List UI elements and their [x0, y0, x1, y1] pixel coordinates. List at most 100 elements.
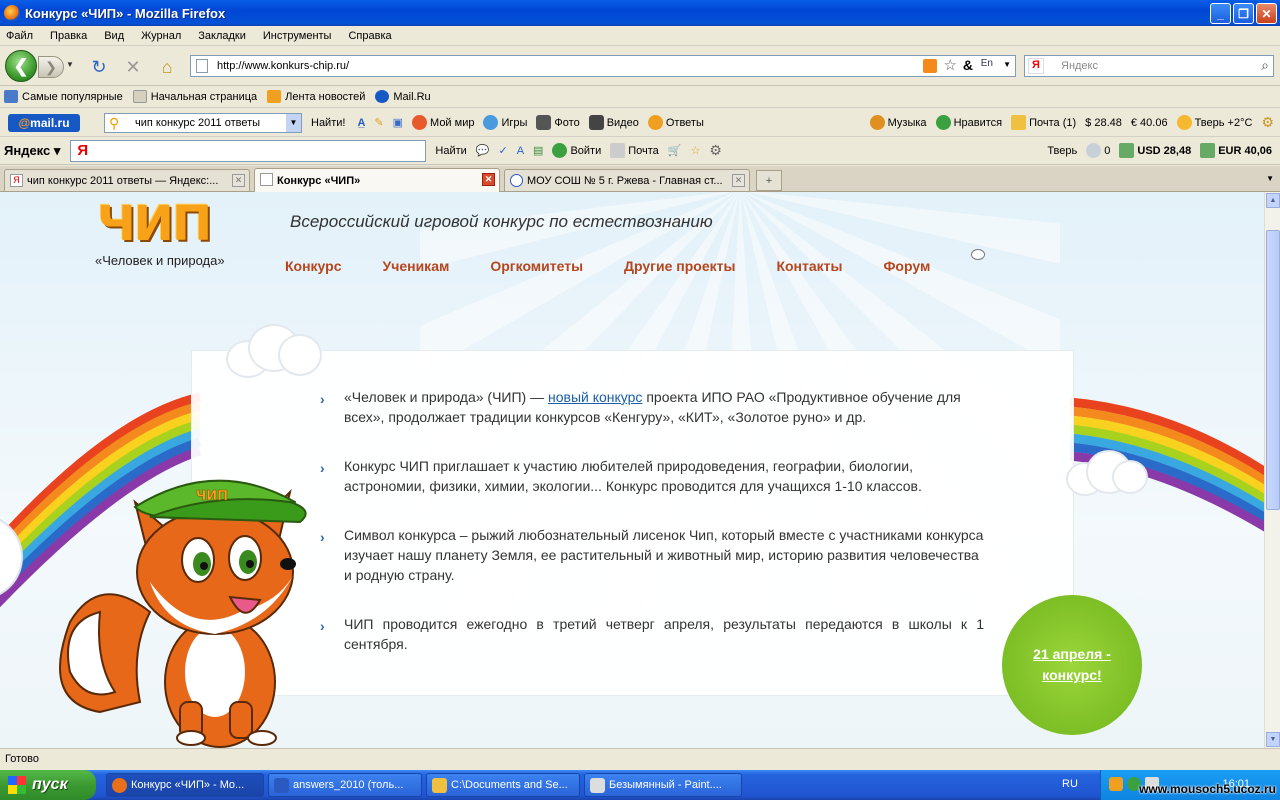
menu-edit[interactable]: Правка — [50, 30, 87, 42]
rss-icon[interactable] — [923, 59, 937, 73]
history-dropdown-icon[interactable]: ▼ — [66, 60, 74, 69]
bookmark-start-page[interactable]: Начальная страница — [132, 90, 257, 103]
pencil-icon[interactable]: ✎ — [374, 116, 383, 129]
mailru-find-button[interactable]: Найти! — [311, 117, 345, 129]
yandex-mail-button[interactable]: Почта — [610, 143, 659, 158]
stop-icon[interactable]: ✕ — [122, 56, 144, 78]
yandex-eur[interactable]: EUR 40,06 — [1200, 143, 1272, 158]
zoom-icon[interactable]: ▣ — [393, 116, 403, 129]
settings-icon[interactable]: ⚙ — [1261, 114, 1274, 131]
search-bar[interactable]: Я Яндекс ⌕ — [1024, 55, 1274, 77]
nav-orgcommittees[interactable]: Оргкомитеты — [490, 258, 583, 274]
tab-yandex-search[interactable]: Я чип конкурс 2011 ответы — Яндекс:... ✕ — [4, 169, 250, 191]
close-button[interactable]: ✕ — [1256, 3, 1277, 24]
menu-tools[interactable]: Инструменты — [263, 30, 332, 42]
yandex-search-engine-icon[interactable]: Я — [1028, 58, 1044, 74]
forward-button[interactable]: ❯ — [38, 56, 64, 78]
window-titlebar[interactable]: Конкурс «ЧИП» - Mozilla Firefox _ ❐ ✕ — [0, 0, 1280, 26]
mailru-logo[interactable]: @ mail.ru — [8, 113, 80, 132]
search-icon[interactable]: ⌕ — [1261, 57, 1269, 74]
tab-list-dropdown-icon[interactable]: ▼ — [1266, 174, 1274, 183]
chip-logo[interactable]: ЧИП — [97, 200, 212, 248]
mailru-search-input[interactable]: ⚲ чип конкурс 2011 ответы ▼ — [104, 112, 302, 133]
bookmark-news-feed[interactable]: Лента новостей — [267, 90, 365, 103]
nav-forum[interactable]: Форум — [883, 249, 986, 274]
scroll-down-button[interactable]: ▼ — [1266, 732, 1280, 747]
language-indicator[interactable]: RU — [1062, 778, 1078, 790]
start-button[interactable]: пуск — [0, 770, 96, 800]
bookmark-mailru[interactable]: Mail.Ru — [375, 90, 431, 103]
menu-help[interactable]: Справка — [348, 30, 391, 42]
scroll-thumb[interactable] — [1266, 230, 1280, 510]
taskbar-item-explorer[interactable]: C:\Documents and Se... — [426, 773, 580, 797]
windows-logo-icon — [8, 776, 26, 794]
minimize-button[interactable]: _ — [1210, 3, 1231, 24]
mailru-like[interactable]: Нравится — [935, 115, 1002, 130]
menu-bookmarks[interactable]: Закладки — [198, 30, 246, 42]
tab-close-icon[interactable]: ✕ — [232, 174, 245, 187]
search-icon: ⚲ — [109, 114, 120, 131]
paint-icon — [590, 778, 605, 793]
speech-bubble-icon — [971, 249, 986, 260]
yandex-search-input[interactable]: Я — [70, 139, 427, 162]
new-tab-button[interactable]: + — [756, 170, 782, 191]
mailru-photo[interactable]: Фото — [536, 115, 580, 130]
back-button[interactable]: ❮ — [5, 50, 37, 82]
ampersand-icon[interactable]: & — [963, 57, 973, 73]
watermark-text: www.mousoch5.ucoz.ru — [1139, 782, 1276, 796]
settings-icon[interactable]: ⚙ — [709, 142, 722, 159]
bookmarks-icon[interactable]: ▤ — [533, 144, 543, 157]
weather[interactable]: Тверь +2°C — [1176, 115, 1252, 130]
tab-close-icon[interactable]: ✕ — [732, 174, 745, 187]
nav-konkurs[interactable]: Конкурс — [285, 258, 342, 274]
tab-close-icon[interactable]: ✕ — [482, 173, 495, 186]
mailru-mail[interactable]: Почта (1) — [1011, 115, 1076, 130]
translate-icon[interactable]: En — [981, 58, 993, 69]
nav-students[interactable]: Ученикам — [383, 258, 450, 274]
menu-file[interactable]: Файл — [6, 30, 33, 42]
url-text: http://www.konkurs-chip.ru/ — [217, 60, 350, 72]
usd-rate[interactable]: $ 28.48 — [1085, 117, 1122, 129]
comment-icon[interactable]: 💬 — [476, 144, 490, 157]
mailru-games[interactable]: Игры — [483, 115, 527, 130]
tab-mou-sosh[interactable]: МОУ СОШ № 5 г. Ржева - Главная ст... ✕ — [504, 169, 750, 191]
home-icon[interactable]: ⌂ — [156, 56, 178, 78]
tray-app-icon[interactable] — [1109, 777, 1123, 791]
contest-date-badge[interactable]: 21 апреля - конкурс! — [998, 591, 1146, 739]
yandex-logo[interactable]: Яндекс ▾ — [4, 143, 60, 159]
cart-icon[interactable]: 🛒 — [668, 144, 682, 157]
translate-icon[interactable]: A — [517, 145, 524, 157]
menu-view[interactable]: Вид — [104, 30, 124, 42]
mailru-music[interactable]: Музыка — [869, 115, 927, 130]
spellcheck-icon[interactable]: ✓ — [498, 144, 507, 157]
yandex-find-button[interactable]: Найти — [435, 145, 466, 157]
favorites-star-icon[interactable]: ☆ — [691, 144, 701, 157]
url-bar[interactable]: http://www.konkurs-chip.ru/ ☆ & En ▼ — [190, 55, 1016, 77]
scroll-up-button[interactable]: ▲ — [1266, 193, 1280, 208]
mailru-my-world[interactable]: Мой мир — [412, 115, 474, 130]
url-dropdown-icon[interactable]: ▼ — [1003, 60, 1011, 69]
taskbar-item-paint[interactable]: Безымянный - Paint.... — [584, 773, 742, 797]
text-format-icon[interactable]: A̲ — [357, 117, 365, 129]
maximize-button[interactable]: ❐ — [1233, 3, 1254, 24]
nav-other-projects[interactable]: Другие проекты — [624, 258, 735, 274]
bookmark-star-icon[interactable]: ☆ — [944, 56, 957, 74]
eur-rate[interactable]: € 40.06 — [1131, 117, 1168, 129]
bookmark-most-visited[interactable]: Самые популярные — [4, 90, 123, 103]
new-contest-link[interactable]: новый конкурс — [548, 389, 642, 405]
reload-icon[interactable]: ↻ — [88, 56, 110, 78]
taskbar-item-word[interactable]: answers_2010 (толь... — [268, 773, 422, 797]
chevron-down-icon[interactable]: ▼ — [286, 113, 301, 132]
yandex-weather[interactable]: 0 — [1086, 143, 1110, 158]
yandex-login-button[interactable]: Войти — [552, 143, 601, 158]
tab-konkurs-chip[interactable]: Конкурс «ЧИП» ✕ — [254, 168, 500, 192]
vertical-scrollbar[interactable]: ▲ ▼ — [1264, 192, 1280, 748]
chevron-right-icon: › — [320, 529, 325, 545]
taskbar-item-firefox[interactable]: Конкурс «ЧИП» - Mo... — [106, 773, 264, 797]
yandex-city[interactable]: Тверь — [1047, 145, 1077, 157]
yandex-usd[interactable]: USD 28,48 — [1119, 143, 1191, 158]
menu-history[interactable]: Журнал — [141, 30, 181, 42]
mailru-answers[interactable]: Ответы — [647, 115, 704, 130]
mailru-video[interactable]: Видео — [588, 115, 639, 130]
nav-contacts[interactable]: Контакты — [776, 258, 842, 274]
